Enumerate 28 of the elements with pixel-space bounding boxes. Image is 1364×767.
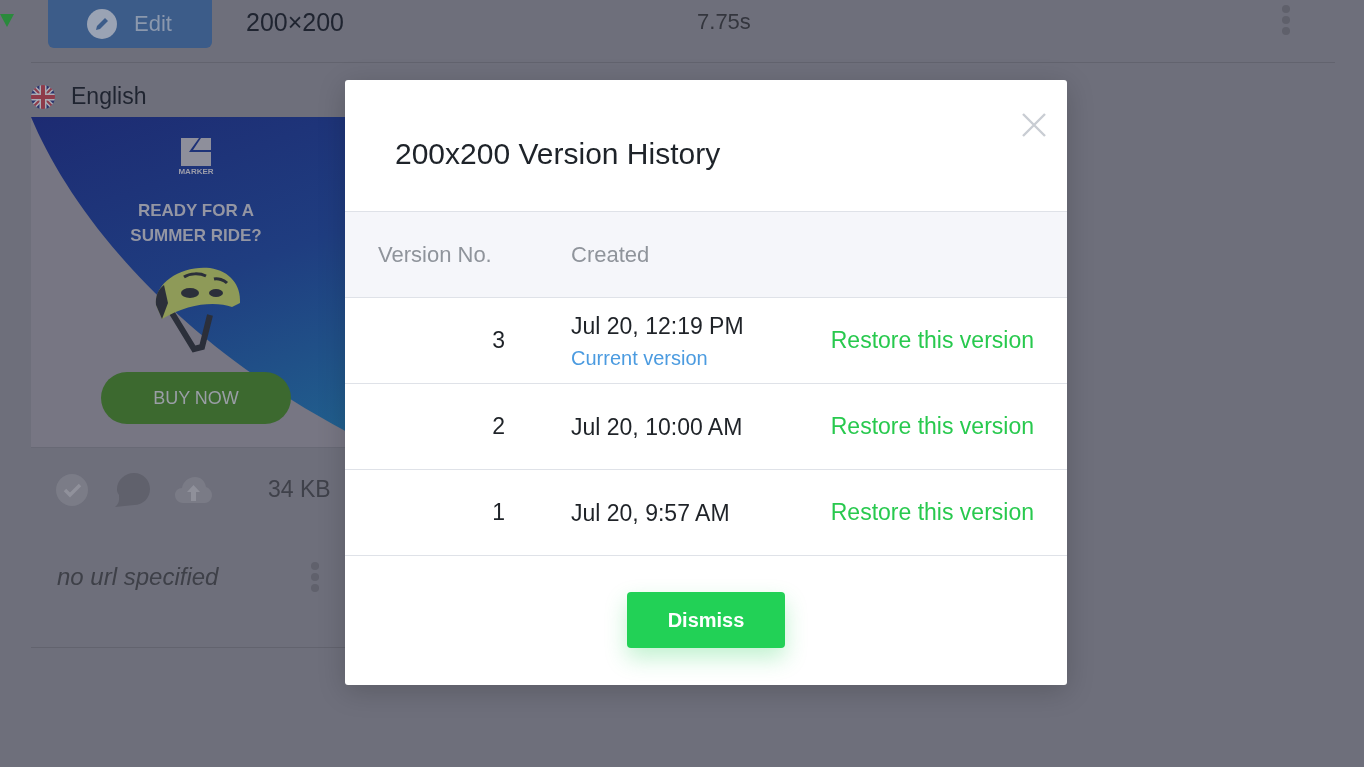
column-header: Created: [571, 241, 650, 267]
version-number: 3: [492, 327, 505, 353]
pencil-icon: [87, 9, 117, 39]
duration-label: 7.75s: [697, 8, 751, 36]
dimensions-label: 200×200: [246, 7, 345, 37]
language-label: English: [71, 83, 147, 109]
edit-button[interactable]: Edit: [48, 0, 212, 48]
restore-link[interactable]: Restore this version: [830, 499, 1034, 525]
current-version-label: Current version: [571, 345, 708, 370]
version-number: 2: [492, 413, 505, 439]
brand-text: MARKER: [178, 167, 214, 176]
created-date: Jul 20, 10:00 AM: [571, 412, 743, 441]
created-date: Jul 20, 9:57 AM: [571, 498, 730, 527]
column-header: Version No.: [378, 241, 492, 267]
flag-icon: [31, 85, 55, 109]
cloud-upload-icon[interactable]: [175, 476, 212, 503]
restore-link[interactable]: Restore this version: [830, 413, 1034, 439]
restore-link[interactable]: Restore this version: [830, 327, 1034, 353]
created-date: Jul 20, 12:19 PM: [571, 311, 744, 340]
check-circle-icon[interactable]: [56, 473, 88, 506]
modal-title: 200x200 Version History: [395, 136, 721, 172]
dismiss-button[interactable]: Dismiss: [627, 592, 785, 648]
version-number: 1: [492, 499, 505, 525]
logo-icon: [181, 138, 211, 166]
caret-icon[interactable]: [0, 14, 14, 27]
close-icon[interactable]: [1022, 113, 1046, 137]
headline-text: READY FOR A SUMMER RIDE?: [129, 200, 263, 247]
buy-now-button[interactable]: BUY NOW: [101, 372, 291, 424]
